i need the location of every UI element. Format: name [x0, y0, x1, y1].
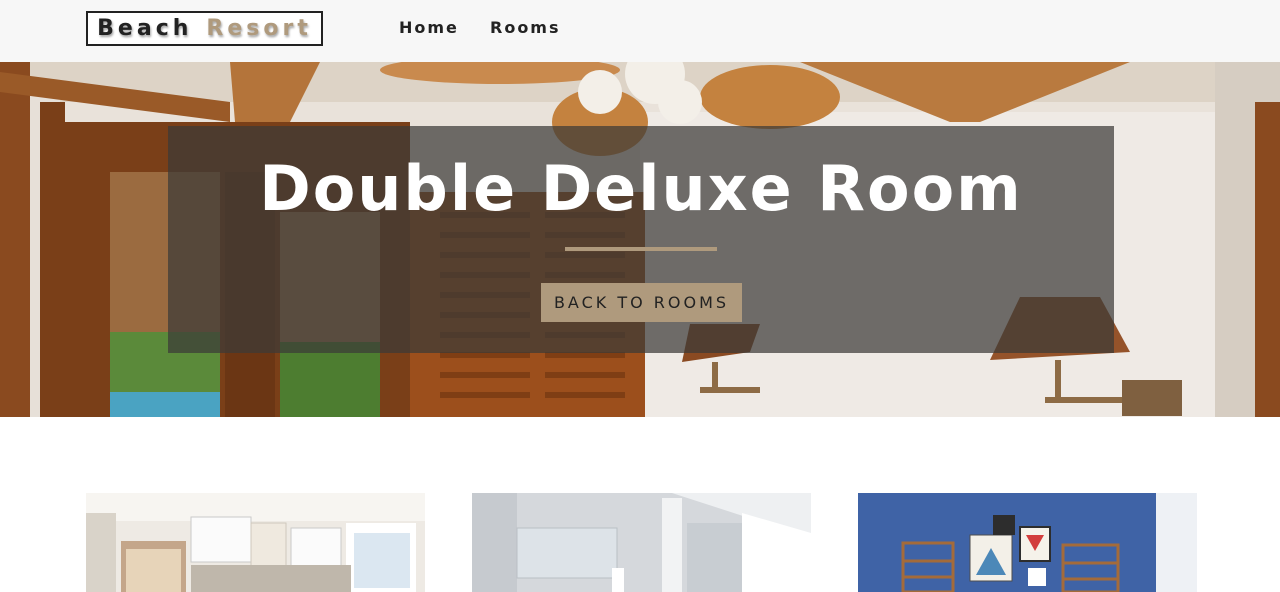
room-image-kitchen [86, 493, 425, 592]
room-image-bathroom [472, 493, 811, 592]
logo-word-resort: Resort [206, 16, 312, 41]
nav-link-rooms[interactable]: Rooms [490, 18, 561, 37]
title-underline [565, 247, 717, 251]
nav-link-home[interactable]: Home [399, 18, 459, 37]
navbar: Beach Resort Home Rooms [0, 0, 1280, 62]
logo[interactable]: Beach Resort [86, 11, 323, 46]
hero-banner: Double Deluxe Room BACK TO ROOMS [168, 126, 1114, 353]
room-image-living [858, 493, 1197, 592]
room-title: Double Deluxe Room [259, 152, 1023, 225]
hero-section: Double Deluxe Room BACK TO ROOMS [0, 62, 1280, 417]
back-to-rooms-button[interactable]: BACK TO ROOMS [541, 283, 742, 322]
logo-word-beach: Beach [97, 16, 193, 41]
